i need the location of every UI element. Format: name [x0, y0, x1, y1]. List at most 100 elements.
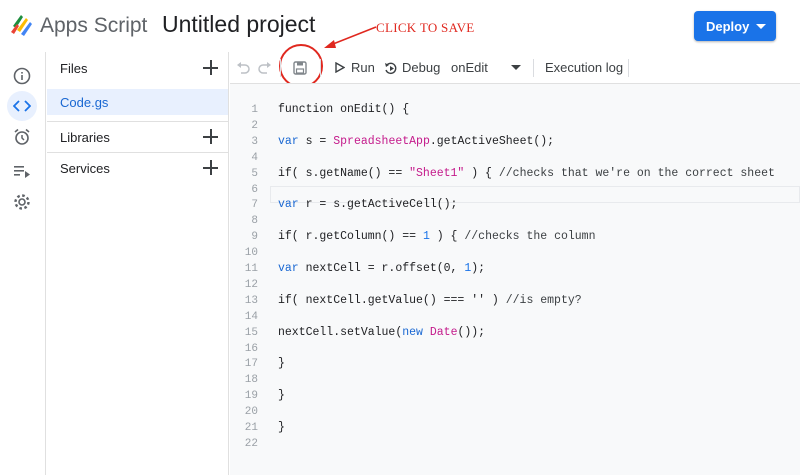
alarm-icon — [14, 128, 30, 145]
code-line[interactable]: 3 var s = SpreadsheetApp.getActiveSheet()… — [230, 134, 800, 150]
code-line[interactable]: 17} — [230, 356, 800, 372]
files-header: Files — [47, 53, 229, 83]
line-number: 12 — [244, 278, 258, 291]
save-button[interactable] — [293, 52, 307, 83]
code-line[interactable]: 21} — [230, 420, 800, 436]
line-number: 1 — [251, 104, 258, 116]
line-number: 15 — [244, 326, 258, 339]
code-line[interactable]: 9 if( r.getColumn() == 1 ) { //checks the… — [230, 229, 800, 245]
editor-toolbar: Run Debug onEdit Execution log — [230, 52, 800, 84]
debug-label: Debug — [402, 60, 441, 75]
deploy-label: Deploy — [706, 18, 750, 34]
brand-name: Apps Script — [40, 14, 148, 37]
code-line[interactable]: 12 — [230, 277, 800, 293]
line-number: 13 — [244, 294, 258, 307]
code-text: if( nextCell.getValue() === '' ) //is em… — [278, 293, 582, 307]
line-number: 11 — [244, 263, 258, 275]
undo-button[interactable] — [236, 52, 250, 83]
code-text: nextCell.setValue(new Date()); — [278, 325, 486, 339]
code-line[interactable]: 20 — [230, 404, 800, 420]
line-number: 5 — [251, 167, 258, 180]
run-label: Run — [351, 60, 375, 75]
code-line[interactable]: 7 var r = s.getActiveCell(); — [230, 197, 800, 213]
code-editor[interactable]: 1 function onEdit() { 2 3 var s = Spreadshee… — [230, 84, 800, 475]
annotation-arrow-icon — [324, 26, 377, 48]
run-button[interactable]: Run — [335, 52, 375, 83]
executions-icon — [14, 166, 30, 178]
execution-log-label: Execution log — [545, 60, 624, 75]
toolbar-separator — [280, 59, 281, 77]
undo-icon — [237, 61, 250, 74]
code-line[interactable]: 19} — [230, 388, 800, 404]
code-line[interactable]: 4 — [230, 150, 800, 166]
code-icon — [13, 100, 31, 112]
code-line[interactable]: 11 var nextCell = r.offset(0, 1); — [230, 261, 800, 277]
line-number: 18 — [244, 374, 258, 387]
add-file-plus-icon[interactable] — [203, 60, 218, 75]
code-line[interactable]: 15 nextCell.setValue(new Date()); — [230, 325, 800, 341]
apps-script-logo-icon[interactable] — [8, 12, 34, 38]
code-line[interactable]: 22 — [230, 436, 800, 452]
code-line[interactable]: 6 — [230, 182, 800, 198]
function-select-value: onEdit — [451, 60, 488, 75]
chevron-down-icon — [511, 65, 521, 70]
debug-button[interactable]: Debug — [384, 52, 440, 83]
toolbar-separator — [628, 59, 629, 77]
line-number: 7 — [251, 199, 258, 212]
code-line[interactable]: 8 — [230, 213, 800, 229]
editor-button[interactable] — [7, 91, 37, 121]
services-label: Services — [60, 160, 110, 176]
execution-log-button[interactable]: Execution log — [545, 52, 623, 83]
project-title[interactable]: Untitled project — [162, 11, 315, 38]
files-panel: Files Code.gs Libraries Services — [47, 52, 229, 475]
line-number: 3 — [251, 135, 258, 148]
code-line[interactable]: 2 — [230, 118, 800, 134]
left-rail — [0, 52, 46, 475]
code-text: function onEdit() { — [278, 103, 410, 116]
info-icon — [13, 67, 31, 85]
line-number: 8 — [251, 215, 258, 228]
add-service-plus-icon[interactable] — [203, 160, 218, 175]
debug-icon — [385, 62, 397, 74]
line-number: 20 — [244, 406, 258, 419]
line-number: 22 — [244, 437, 258, 450]
code-line[interactable]: 13 if( nextCell.getValue() === '' ) //is … — [230, 293, 800, 309]
add-library-plus-icon[interactable] — [203, 129, 218, 144]
file-item-code-gs[interactable]: Code.gs — [47, 89, 228, 115]
code-line[interactable]: 10 — [230, 245, 800, 261]
line-number: 21 — [244, 422, 258, 434]
code-text: var nextCell = r.offset(0, 1); — [278, 262, 486, 275]
redo-icon — [258, 61, 271, 74]
line-number: 9 — [251, 231, 258, 244]
line-number: 10 — [244, 247, 258, 260]
line-number: 4 — [251, 151, 258, 164]
triggers-button[interactable] — [7, 122, 37, 152]
settings-button[interactable] — [7, 187, 37, 217]
code-line[interactable]: 16 — [230, 341, 800, 357]
executions-button[interactable] — [7, 156, 37, 186]
code-line[interactable]: 5 if( s.getName() == "Sheet1" ) { //check… — [230, 166, 800, 182]
chevron-down-icon — [756, 24, 766, 29]
services-section[interactable]: Services — [47, 153, 229, 183]
line-number: 19 — [244, 390, 258, 403]
code-line[interactable]: 14 — [230, 309, 800, 325]
line-number: 16 — [244, 342, 258, 355]
save-icon — [293, 60, 307, 75]
toolbar-separator — [320, 59, 321, 77]
libraries-label: Libraries — [60, 129, 110, 145]
deploy-button[interactable]: Deploy — [694, 11, 776, 41]
toolbar-separator — [533, 59, 534, 77]
overview-button[interactable] — [7, 61, 37, 91]
code-text: if( r.getColumn() == 1 ) { //checks the … — [278, 230, 596, 244]
code-text: } — [278, 389, 285, 403]
libraries-section[interactable]: Libraries — [47, 122, 229, 152]
play-icon — [335, 62, 345, 73]
code-text: var r = s.getActiveCell(); — [278, 198, 458, 212]
line-number: 14 — [244, 310, 258, 323]
code-line[interactable]: 1 function onEdit() { — [230, 102, 800, 118]
code-text: var s = SpreadsheetApp.getActiveSheet(); — [278, 134, 555, 148]
annotation-text: CLICK TO SAVE — [376, 20, 475, 35]
code-line[interactable]: 18 — [230, 372, 800, 388]
redo-button[interactable] — [258, 52, 272, 83]
function-select[interactable]: onEdit — [451, 52, 523, 83]
